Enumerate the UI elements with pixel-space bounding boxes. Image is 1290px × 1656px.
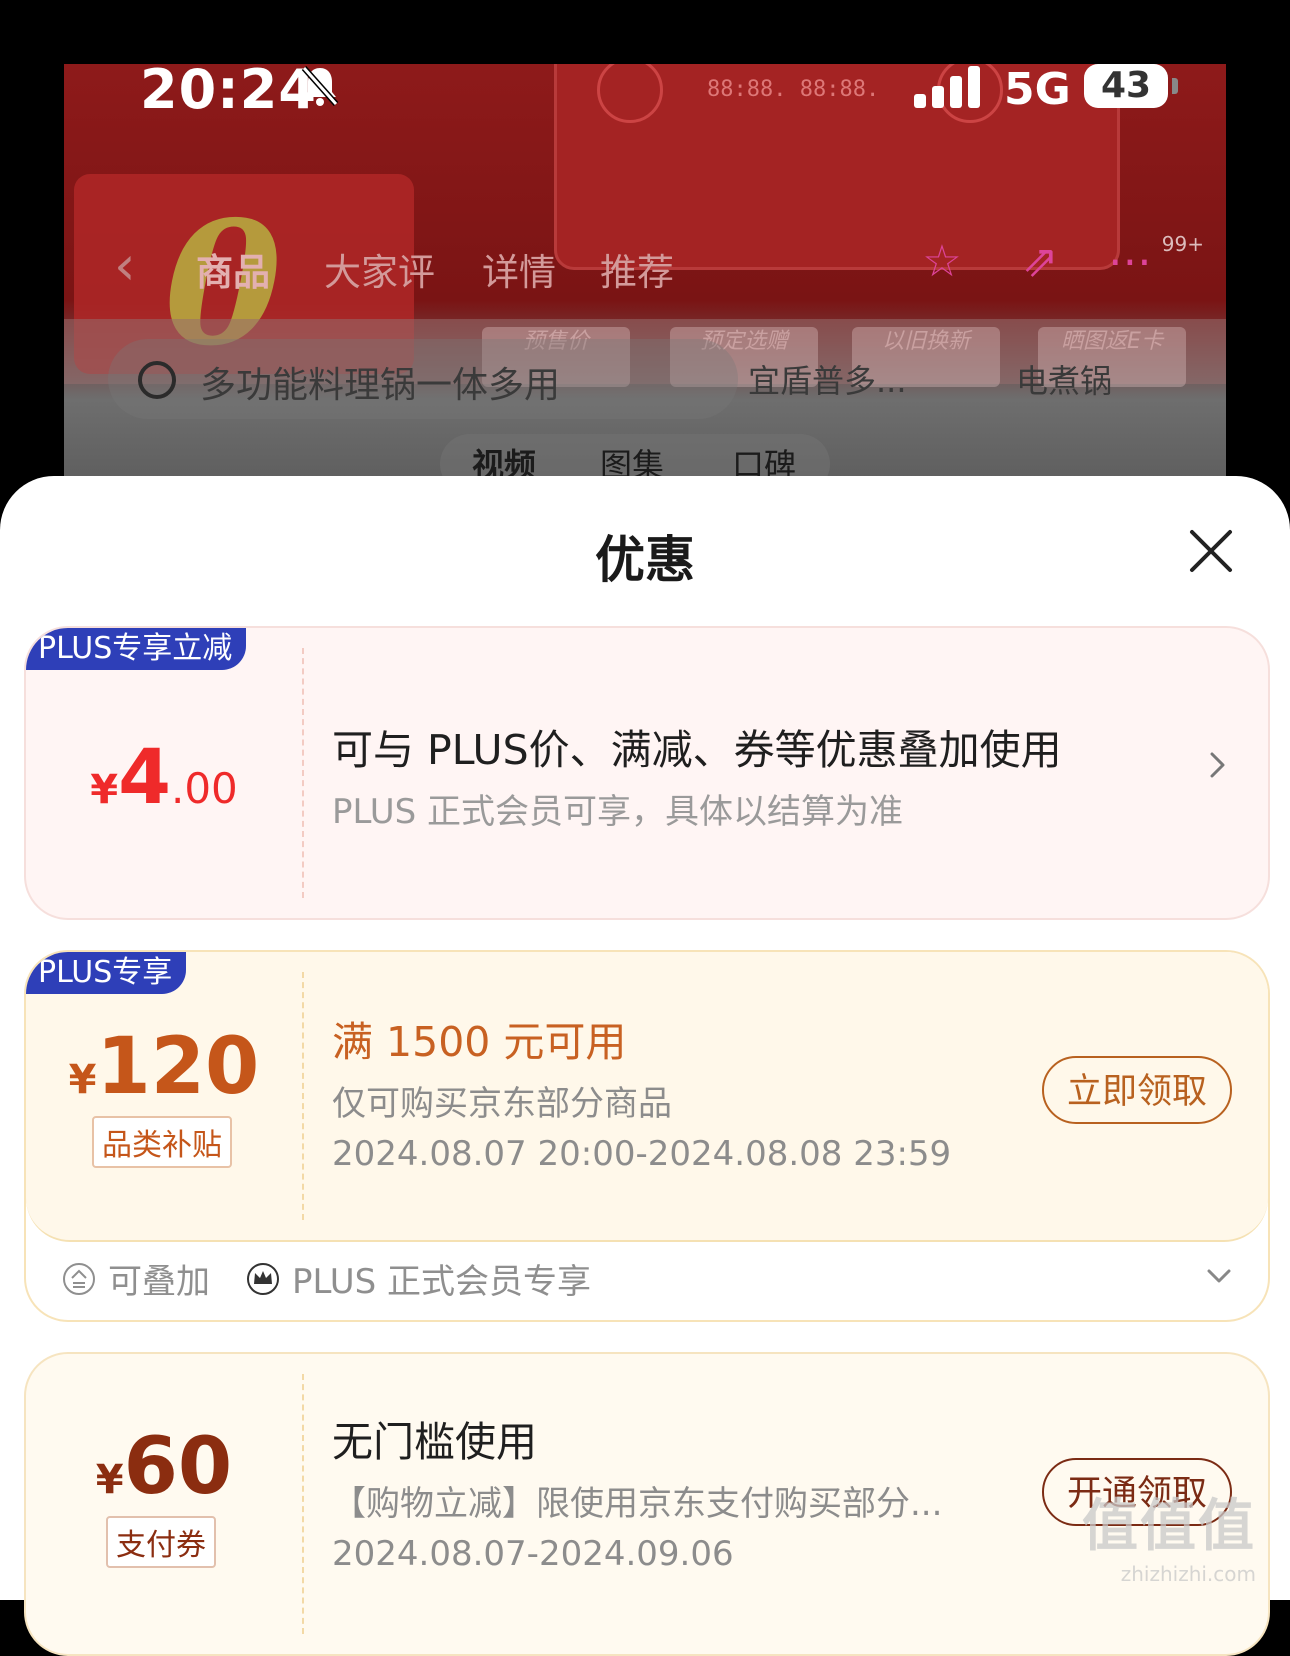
sheet-title: 优惠 [595,531,695,589]
signal-icon [914,66,984,108]
currency-symbol: ¥ [90,767,119,813]
stackable-icon [63,1263,95,1295]
star-icon: ☆ [922,236,962,287]
tab-reviews: 大家评 [324,251,435,294]
offer-amount: ¥60 [26,1422,302,1512]
status-bar: 20:24 5G 43 [0,0,1290,121]
chevron-right-icon[interactable] [1208,748,1228,782]
search-chip: 电煮锅 [1016,362,1113,400]
offer-title: 无门槛使用 [332,1418,537,1466]
share-icon: ⇗ [1021,236,1059,287]
offer-title: 可与 PLUS价、满减、券等优惠叠加使用 [332,726,1062,774]
offer-amount: ¥4.00 [26,732,302,821]
cart-badge: 99+ [1161,232,1204,256]
more-icon: ⋯ [1108,236,1152,287]
watermark-logo: 值值值 [1082,1494,1256,1559]
watermark: 值值值 zhizhizhi.com [1082,1481,1256,1586]
claim-now-button[interactable]: 立即领取 [1042,1056,1232,1124]
currency-symbol: ¥ [95,1457,124,1503]
product-nav: ‹ 商品 大家评 详情 推荐 ☆ ⇗ ⋯ 99+ [64,224,1226,304]
status-time: 20:24 [140,58,317,121]
amount-decimal: .00 [170,764,238,813]
search-chip: 宜盾普多... [748,362,907,400]
offer-scope: 【购物立减】限使用京东支付购买部分... [332,1484,943,1524]
close-icon[interactable] [1188,528,1234,574]
discount-sheet: 优惠 PLUS专享立减 ¥4.00 可与 PLUS价、满减、券等优惠叠加使用 P… [0,476,1290,1656]
feature-stackable: 可叠加 [108,1262,210,1302]
plus-tag: PLUS专享立减 [26,628,247,670]
currency-symbol: ¥ [68,1057,97,1103]
search-placeholder: 多功能料理锅一体多用 [200,365,561,406]
watermark-url: zhizhizhi.com [1120,1562,1256,1586]
amount-integer: 60 [123,1422,233,1512]
battery-tip [1172,78,1178,94]
offer-scope: 仅可购买京东部分商品 [332,1084,672,1124]
coupon-type-badge: 支付券 [106,1516,216,1568]
card-divider [302,1374,304,1634]
coupon-type-badge: 品类补贴 [92,1116,232,1168]
offer-note: PLUS 正式会员可享，具体以结算为准 [332,792,904,832]
tab-recommend: 推荐 [600,251,674,294]
background-product-page: 88:88. 88:88. 0 预售价 预定选赠 以旧换新 晒图返E卡 ‹ 商品… [64,64,1226,494]
offer-amount: ¥120 [26,1022,302,1112]
offer-card-coupon-120: PLUS专享 ¥120 品类补贴 满 1500 元可用 仅可购买京东部分商品 2… [24,950,1270,1322]
back-icon: ‹ [114,234,136,297]
amount-integer: 120 [96,1022,260,1112]
offer-card-plus-discount[interactable]: PLUS专享立减 ¥4.00 可与 PLUS价、满减、券等优惠叠加使用 PLUS… [24,626,1270,920]
card-divider [302,972,304,1220]
feature-plus-exclusive: PLUS 正式会员专享 [292,1262,592,1302]
battery-icon: 43 [1084,64,1168,108]
bell-muted-icon [301,66,339,106]
search-icon [138,361,176,399]
tab-details: 详情 [482,251,556,294]
amount-integer: 4 [118,732,171,821]
chevron-down-icon[interactable] [1206,1268,1232,1284]
plus-tag: PLUS专享 [26,952,187,994]
offer-period: 2024.08.07 20:00-2024.08.08 23:59 [332,1134,952,1174]
tab-product: 商品 [196,251,270,294]
card-divider [302,648,304,898]
offer-period: 2024.08.07-2024.09.06 [332,1534,734,1574]
network-type: 5G [1004,64,1071,115]
crown-icon [247,1263,279,1295]
offer-title: 满 1500 元可用 [332,1018,627,1066]
coupon-body: PLUS专享 ¥120 品类补贴 满 1500 元可用 仅可购买京东部分商品 2… [26,952,1268,1242]
